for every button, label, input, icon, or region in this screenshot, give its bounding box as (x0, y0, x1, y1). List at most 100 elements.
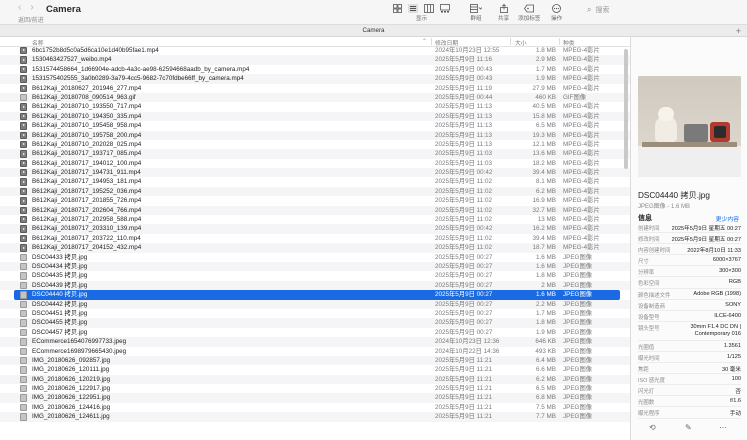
table-row[interactable]: DSC04439 拷贝.jpg 2025年5月9日 00:27 2 MB JPEG图像 (0, 280, 630, 291)
table-row[interactable]: IMG_20180626_124416.jpg 2025年5月9日 11:21 7.… (0, 403, 630, 412)
file-kind: MPEG-4影片 (563, 131, 600, 139)
file-size: 7.7 MB (536, 413, 556, 421)
new-tab-icon[interactable]: + (736, 25, 741, 37)
file-size: 7.5 MB (536, 403, 556, 411)
table-row[interactable]: IMG_20180626_122951.jpg 2025年5月9日 11:21 6.… (0, 393, 630, 403)
table-row[interactable]: B612Kaji_20180710_193550_717.mp4 2025年5月9… (0, 102, 630, 111)
list-view-icon[interactable] (408, 3, 418, 13)
table-row[interactable]: IMG_20180626_092857.jpg 2025年5月9日 11:21 6.… (0, 355, 630, 366)
image-file-icon (20, 300, 27, 308)
more-options-icon[interactable]: ⋯ (719, 423, 727, 432)
table-row[interactable]: B612Kaji_20180717_193717_085.mp4 2025年5月9… (0, 149, 630, 159)
metadata-value: 手动 (729, 411, 741, 418)
image-file-icon (20, 356, 27, 365)
share-button[interactable]: 共享 (498, 3, 509, 22)
file-kind: JPEG图像 (563, 262, 593, 270)
table-row[interactable]: DSC04442 拷贝.jpg 2025年5月9日 00:27 2.2 MB JPEG… (0, 299, 630, 309)
actions-button[interactable]: 操作 (551, 3, 562, 22)
video-file-icon (20, 216, 27, 224)
table-row[interactable]: B612Kaji_20180710_195458_958.mp4 2025年5月9… (0, 121, 630, 130)
table-row[interactable]: DSC04457 拷贝.jpg 2025年5月9日 00:27 1.9 MB JPEG… (0, 328, 630, 337)
table-row-selected[interactable]: DSC04440 拷贝.jpg 2025年5月9日 00:27 1.6 MB JPEG… (14, 290, 620, 300)
back-arrow-icon[interactable]: ‹ (18, 2, 21, 13)
table-row[interactable]: B612Kaji_20180708_090514_963.gif 2025年5月9… (0, 92, 630, 103)
file-name: DSC04451 拷贝.jpg (32, 309, 88, 317)
view-switcher[interactable]: 显示 (393, 3, 450, 22)
view-label: 显示 (415, 16, 428, 22)
table-row[interactable]: IMG_20180626_120219.jpg 2025年5月9日 11:21 6.… (0, 374, 630, 385)
file-date: 2025年5月9日 00:27 (435, 253, 493, 261)
file-date: 2025年5月9日 11:21 (435, 366, 492, 374)
table-row[interactable]: DSC04433 拷贝.jpg 2025年5月9日 00:27 1.6 MB JPEG… (0, 253, 630, 262)
file-kind: MPEG-4影片 (563, 197, 600, 205)
file-kind: JPEG图像 (563, 281, 593, 289)
file-date: 2025年5月9日 00:42 (435, 169, 493, 177)
table-row[interactable]: 6bc1752b8d5c0a5d6ca10e1d40b95fae1.mp4 202… (0, 46, 630, 55)
metadata-row: 设备制造商 SONY (638, 300, 741, 311)
metadata-row: 曝光程序 手动 (638, 407, 741, 419)
gallery-view-icon[interactable] (440, 3, 450, 13)
table-row[interactable]: IMG_20180626_120111.jpg 2025年5月9日 11:21 6.… (0, 365, 630, 374)
table-row[interactable]: B612Kaji_20180717_204152_432.mp4 2025年5月9… (0, 243, 630, 253)
tab-camera[interactable]: Camera (362, 27, 384, 34)
table-row[interactable]: IMG_20180626_124611.jpg 2025年5月9日 11:21 7.… (0, 412, 630, 422)
table-row[interactable]: 1531575402555_3a0b0289-3a79-4cc5-9682-7c… (0, 74, 630, 84)
table-row[interactable]: 1530463427527_weibo.mp4 2025年5月9日 11:16 2.… (0, 55, 630, 65)
table-row[interactable]: DSC04451 拷贝.jpg 2025年5月9日 00:27 1.7 MB JPEG… (0, 309, 630, 318)
icon-view-icon[interactable] (393, 3, 402, 13)
file-date: 2025年5月9日 11:02 (435, 178, 492, 186)
file-size: 8.1 MB (536, 178, 556, 186)
table-row[interactable]: DSC04455 拷贝.jpg 2025年5月9日 00:27 1.8 MB JPEG… (0, 318, 630, 328)
markup-icon[interactable]: ✎ (685, 423, 692, 432)
forward-arrow-icon[interactable]: › (30, 2, 33, 13)
add-tag-button[interactable]: 添加标签 (518, 3, 540, 22)
table-row[interactable]: B612Kaji_20180717_202958_588.mp4 2025年5月9… (0, 215, 630, 224)
file-kind: JPEG图像 (563, 375, 593, 383)
file-kind: MPEG-4影片 (563, 216, 600, 224)
table-row[interactable]: B612Kaji_20180717_194953_181.mp4 2025年5月9… (0, 177, 630, 186)
table-row[interactable]: B612Kaji_20180717_194012_100.mp4 2025年5月9… (0, 159, 630, 168)
list-scrollbar[interactable] (624, 49, 628, 169)
metadata-row: 光圈数 f/1.6 (638, 396, 741, 408)
file-size: 493 KB (535, 347, 556, 355)
file-list[interactable]: 名称 ⌃ 修改日期 大小 种类 6bc1752b8d5c0a5d6ca10e1d… (0, 37, 630, 440)
table-row[interactable]: ECommerce1654076997733.jpeg 2024年10月23日 1… (0, 337, 630, 347)
column-divider[interactable] (431, 38, 432, 45)
metadata-value: 300×300 (719, 268, 741, 275)
image-file-icon (20, 385, 27, 393)
file-date: 2025年5月9日 11:13 (435, 140, 492, 148)
file-size: 6.6 MB (536, 366, 556, 374)
file-name: IMG_20180626_124611.jpg (32, 413, 110, 421)
file-kind: MPEG-4影片 (563, 169, 600, 177)
metadata-value: 否 (735, 389, 741, 396)
table-row[interactable]: B612Kaji_20180717_202604_766.mp4 2025年5月9… (0, 205, 630, 216)
table-row[interactable]: DSC04435 拷贝.jpg 2025年5月9日 00:27 1.8 MB JPEG… (0, 271, 630, 280)
table-row[interactable]: B612Kaji_20180627_201946_277.mp4 2025年5月9… (0, 84, 630, 93)
metadata-key: 焦距 (638, 367, 649, 374)
table-row[interactable]: ECommerce1698979665430.jpeg 2024年10月22日 1… (0, 347, 630, 356)
column-view-icon[interactable] (424, 3, 434, 13)
file-name: B612Kaji_20180717_202604_766.mp4 (32, 206, 142, 214)
table-row[interactable]: DSC04434 拷贝.jpg 2025年5月9日 00:27 1.6 MB JPEG… (0, 261, 630, 272)
column-divider[interactable] (559, 38, 560, 45)
table-row[interactable]: B612Kaji_20180717_203722_110.mp4 2025年5月9… (0, 234, 630, 243)
table-row[interactable]: B612Kaji_20180710_194350_335.mp4 2025年5月9… (0, 111, 630, 122)
rotate-icon[interactable]: ⟲ (649, 423, 656, 432)
table-row[interactable]: B612Kaji_20180717_194731_911.mp4 2025年5月9… (0, 168, 630, 178)
table-row[interactable]: B612Kaji_20180710_195758_200.mp4 2025年5月9… (0, 130, 630, 140)
group-button[interactable]: 群组 (470, 3, 482, 22)
search-field[interactable]: ⌕ 搜索 (587, 5, 609, 15)
table-row[interactable]: B612Kaji_20180717_201855_726.mp4 2025年5月9… (0, 196, 630, 205)
table-row[interactable]: 1531574458664_1d66904e-adcb-4a3c-ae98-62… (0, 65, 630, 74)
column-divider[interactable] (510, 38, 511, 45)
table-row[interactable]: B612Kaji_20180717_195252_036.mp4 2025年5月9… (0, 186, 630, 197)
image-file-icon (20, 366, 27, 374)
metadata-key: 色彩空间 (638, 281, 660, 288)
table-row[interactable]: B612Kaji_20180717_203310_139.mp4 2025年5月9… (0, 224, 630, 234)
table-row[interactable]: B612Kaji_20180710_202028_025.mp4 2025年5月9… (0, 140, 630, 149)
file-name: B612Kaji_20180710_195758_200.mp4 (32, 131, 142, 139)
file-size: 1.8 MB (536, 272, 556, 280)
table-row[interactable]: IMG_20180626_122917.jpg 2025年5月9日 11:21 6.… (0, 384, 630, 393)
file-kind: MPEG-4影片 (563, 244, 600, 252)
file-kind: JPEG图像 (563, 309, 593, 317)
